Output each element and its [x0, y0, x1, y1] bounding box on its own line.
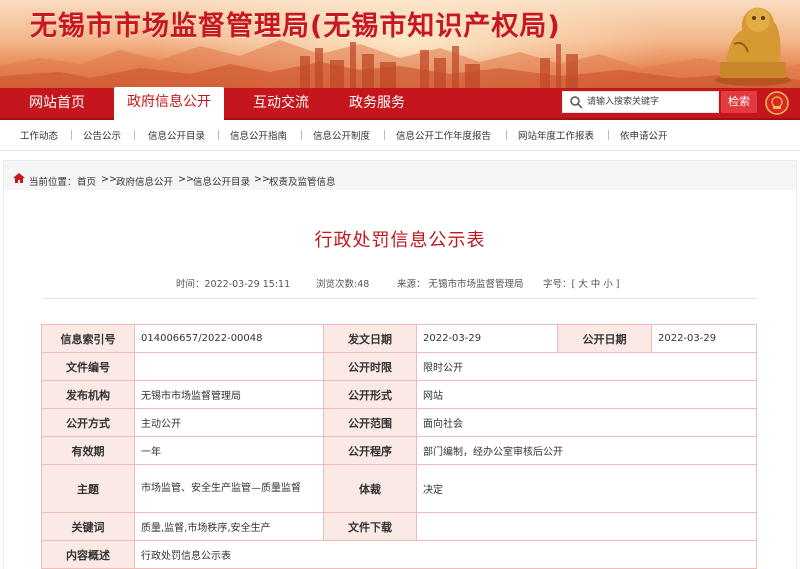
nav-home[interactable]: 网站首页: [14, 88, 100, 118]
subnav-info-system[interactable]: 信息公开制度: [313, 128, 370, 142]
breadcrumb-gov-info[interactable]: 政府信息公开: [116, 174, 173, 188]
genre-label: 体裁: [323, 464, 417, 513]
breadcrumb-home[interactable]: 首页: [77, 174, 96, 188]
subnav-announcements[interactable]: 公告公示: [83, 128, 121, 142]
article-source: 来源： 无锡市市场监督管理局: [397, 279, 524, 290]
summary-value: 行政处罚信息公示表: [134, 540, 757, 569]
main-nav: 网站首页 政府信息公开 互动交流 政务服务 检索: [0, 87, 800, 120]
nav-interaction[interactable]: 互动交流: [238, 88, 324, 118]
sub-nav: 工作动态 公告公示 信息公开目录 信息公开指南 信息公开制度 信息公开工作年度报…: [0, 120, 800, 151]
doc-no-value: [134, 352, 324, 381]
keywords-value: 质量,监督,市场秩序,安全生产: [134, 512, 324, 541]
method-label: 公开方式: [41, 408, 135, 437]
subnav-divider: [301, 130, 302, 140]
form-label: 公开形式: [323, 380, 417, 409]
breadcrumb-current[interactable]: 权责及监管信息: [269, 174, 336, 188]
subnav-info-catalog[interactable]: 信息公开目录: [148, 128, 205, 142]
subnav-info-guide[interactable]: 信息公开指南: [230, 128, 287, 142]
table-row: 公开方式 主动公开 公开范围 面向社会: [41, 408, 757, 437]
validity-label: 有效期: [41, 436, 135, 465]
validity-value: 一年: [134, 436, 324, 465]
subnav-apply-disclosure[interactable]: 依申请公开: [620, 128, 668, 142]
stone-lion-emblem: [715, 7, 791, 86]
index-no-label: 信息索引号: [41, 324, 135, 353]
divider: [43, 298, 757, 299]
subnav-divider: [384, 130, 385, 140]
breadcrumb-separator: >>: [178, 174, 194, 185]
breadcrumb: 当前位置： 首页 >> 政府信息公开 >> 信息公开目录 >> 权责及监管信息: [3, 160, 797, 190]
scope-value: 面向社会: [416, 408, 757, 437]
publish-date-label: 公开日期: [557, 324, 652, 353]
index-no-value: 014006657/2022-00048: [134, 324, 324, 353]
time-limit-value: 限时公开: [416, 352, 757, 381]
time-limit-label: 公开时限: [323, 352, 417, 381]
subnav-website-report[interactable]: 网站年度工作报表: [518, 128, 594, 142]
scope-label: 公开范围: [323, 408, 417, 437]
keywords-label: 关键词: [41, 512, 135, 541]
subnav-divider: [218, 130, 219, 140]
search-icon: [570, 96, 583, 109]
national-emblem-icon: [765, 91, 789, 115]
breadcrumb-prefix: 当前位置：: [29, 177, 77, 188]
search-button[interactable]: 检索: [721, 91, 757, 113]
info-table: 信息索引号 014006657/2022-00048 发文日期 2022-03-…: [41, 324, 757, 569]
download-label: 文件下载: [323, 512, 417, 541]
subject-label: 主题: [41, 464, 135, 513]
breadcrumb-separator: >>: [254, 174, 270, 185]
subnav-divider: [506, 130, 507, 140]
table-row: 发布机构 无锡市市场监督管理局 公开形式 网站: [41, 380, 757, 409]
summary-label: 内容概述: [41, 540, 135, 569]
article-time: 时间：2022-03-29 15:11: [176, 279, 291, 290]
table-row: 文件编号 公开时限 限时公开: [41, 352, 757, 381]
article-title: 行政处罚信息公示表: [314, 230, 486, 251]
table-row: 主题 市场监管、安全生产监管—质量监督 体裁 决定: [41, 464, 757, 513]
nav-gov-info-public[interactable]: 政府信息公开: [114, 87, 224, 120]
doc-no-label: 文件编号: [41, 352, 135, 381]
issuer-value: 无锡市市场监督管理局: [134, 380, 324, 409]
procedure-value: 部门编制，经办公室审核后公开: [416, 436, 757, 465]
subnav-divider: [608, 130, 609, 140]
subnav-annual-report[interactable]: 信息公开工作年度报告: [396, 128, 491, 142]
site-banner: 无锡市市场监督管理局(无锡市知识产权局): [0, 0, 800, 88]
article-font-size-control[interactable]: 字号：[ 大 中 小 ]: [543, 276, 620, 290]
subject-value: 市场监管、安全生产监管—质量监督: [134, 464, 324, 513]
issuer-label: 发布机构: [41, 380, 135, 409]
subnav-divider: [71, 130, 72, 140]
issue-date-value: 2022-03-29: [416, 324, 558, 353]
article-views: 浏览次数:48: [316, 279, 370, 290]
table-row: 信息索引号 014006657/2022-00048 发文日期 2022-03-…: [41, 324, 757, 353]
breadcrumb-separator: >>: [101, 174, 117, 185]
nav-gov-services[interactable]: 政务服务: [334, 88, 420, 118]
subnav-work-news[interactable]: 工作动态: [20, 128, 58, 142]
table-row: 有效期 一年 公开程序 部门编制，经办公室审核后公开: [41, 436, 757, 465]
procedure-label: 公开程序: [323, 436, 417, 465]
table-row: 内容概述 行政处罚信息公示表: [41, 540, 757, 569]
site-title: 无锡市市场监督管理局(无锡市知识产权局): [30, 11, 561, 42]
genre-value: 决定: [416, 464, 757, 513]
search-input[interactable]: [587, 94, 715, 110]
method-value: 主动公开: [134, 408, 324, 437]
issue-date-label: 发文日期: [323, 324, 417, 353]
form-value: 网站: [416, 380, 757, 409]
publish-date-value: 2022-03-29: [651, 324, 757, 353]
search-box: [562, 91, 719, 113]
breadcrumb-info-catalog[interactable]: 信息公开目录: [193, 174, 250, 188]
home-icon: [13, 173, 25, 183]
subnav-divider: [134, 130, 135, 140]
table-row: 关键词 质量,监督,市场秩序,安全生产 文件下载: [41, 512, 757, 541]
download-value[interactable]: [416, 512, 757, 541]
